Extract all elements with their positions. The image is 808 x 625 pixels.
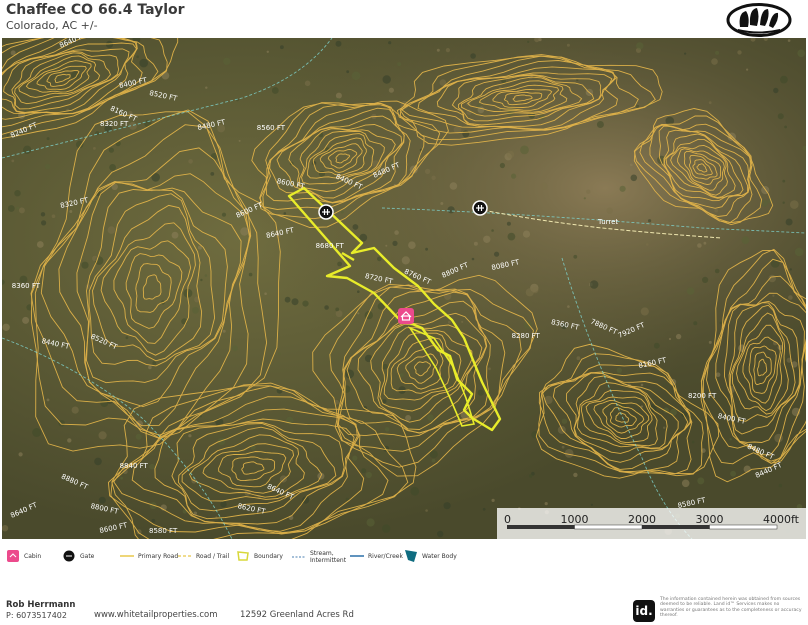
contour-label: 8840 FT [120,462,149,470]
website-link[interactable]: www.whitetailproperties.com [94,610,218,620]
legend-item-stream-intermittent: Stream, Intermittent [292,550,350,564]
paw-logo [726,3,792,37]
topographic-map[interactable]: 8640 FT 8400 FT 8320 FT 8520 FT 8160 FT 8240 … [2,38,806,539]
disclaimer-text: The information contained herein was obt… [660,597,802,619]
agent-phone: P: 6073517402 [6,611,67,620]
scale-tick-label: 3000 [696,513,724,526]
legend-item-road-trail: Road / Trail [178,550,229,562]
scale-tick-label: 2000 [628,513,656,526]
scale-bar: 0 1000 2000 3000 4000ft [497,508,806,539]
stream-intermittent-icon [292,551,306,563]
cabin-icon [6,550,20,562]
map-title: Chaffee CO 66.4 Taylor [6,2,185,18]
place-label-turret: Turret [597,218,618,226]
contour-label: 8560 FT [257,124,286,132]
contour-label: 8680 FT [316,242,345,250]
primary-road-icon [120,550,134,562]
cabin-marker[interactable] [398,308,414,324]
legend-item-primary-road: Primary Road [120,550,178,562]
gate-marker[interactable] [472,200,488,216]
map-subtitle: Colorado, AC +/- [6,19,98,32]
scale-tick-label: 0 [504,513,511,526]
road-trail-icon [178,550,192,562]
legend-item-boundary: Boundary [236,550,283,562]
legend-item-gate: Gate [62,550,94,562]
contour-label: 8200 FT [688,392,717,400]
contour-label: 8580 FT [149,527,178,535]
legend-item-cabin: Cabin [6,550,41,562]
scale-tick-label: 4000ft [763,513,800,526]
gate-icon [62,550,76,562]
legend-item-water-body: Water Body [404,550,457,562]
river-creek-icon [350,550,364,562]
agent-name: Rob Herrmann [6,600,76,610]
contour-label: 8320 FT [100,120,129,128]
scale-tick-label: 1000 [561,513,589,526]
landid-logo: id. [633,600,655,622]
office-address: 12592 Greenland Acres Rd [240,610,354,620]
contour-label: 8280 FT [512,332,541,340]
boundary-icon [236,550,250,562]
map-legend: Cabin Gate Primary Road Road / Trail Bou… [0,542,808,570]
water-body-icon [404,550,418,562]
contour-label: 8360 FT [12,282,41,290]
gate-marker[interactable] [318,204,334,220]
legend-item-river-creek: River/Creek [350,550,403,562]
